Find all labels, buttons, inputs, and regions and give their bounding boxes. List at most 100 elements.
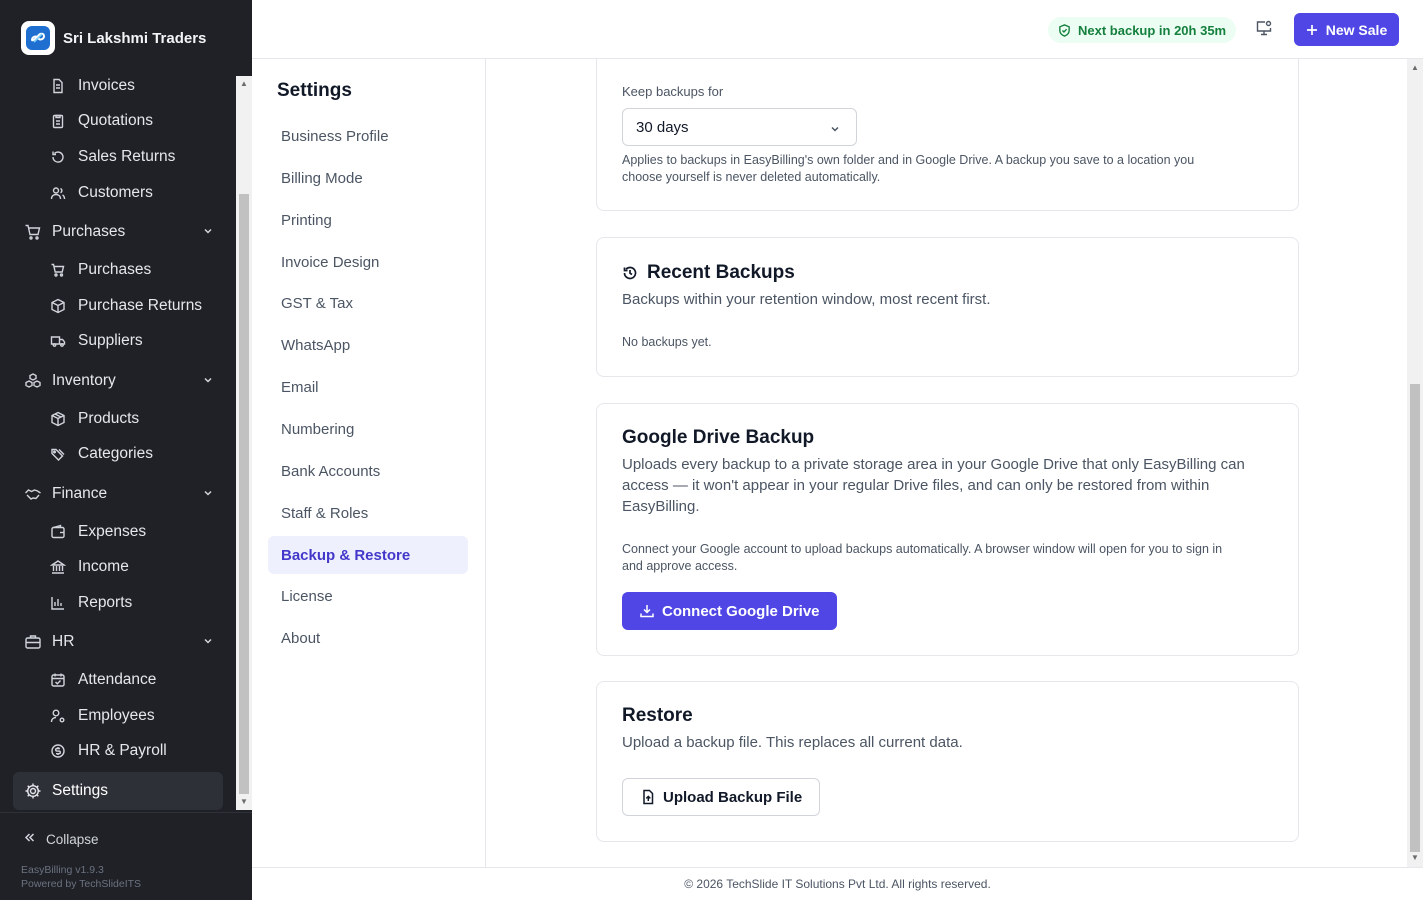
scroll-down-arrow-icon[interactable]: ▼ [1411, 854, 1419, 862]
retention-select[interactable]: 30 days [622, 108, 857, 146]
brand-name: Sri Lakshmi Traders [63, 29, 207, 47]
main-scrollbar[interactable]: ▲ ▼ [1407, 59, 1423, 867]
google-drive-desc-line: Uploads every backup to a private storag… [622, 456, 1245, 473]
retention-help-line: Applies to backups in EasyBilling's own … [622, 153, 1195, 167]
sidebar-item-suppliers[interactable]: Suppliers [50, 323, 230, 359]
upload-backup-file-button[interactable]: Upload Backup File [622, 778, 821, 816]
briefcase-icon [24, 633, 42, 651]
settings-nav-business-profile[interactable]: Business Profile [268, 117, 468, 155]
sidebar-item-hr-payroll[interactable]: HR & Payroll [50, 733, 230, 769]
settings-nav-billing-mode[interactable]: Billing Mode [268, 159, 468, 197]
google-drive-note-line: Connect your Google account to upload ba… [622, 542, 1223, 556]
backup-status-text: Next backup in 20h 35m [1078, 22, 1227, 38]
retention-card: Keep backups for 30 days Applies to back… [596, 59, 1299, 211]
scroll-down-arrow-icon[interactable]: ▼ [240, 798, 248, 806]
settings-nav: Settings Business Profile Billing Mode P… [252, 59, 486, 867]
scroll-up-arrow-icon[interactable]: ▲ [240, 80, 248, 88]
wallet-icon [50, 524, 66, 540]
sidebar-scrollbar[interactable]: ▲ ▼ [236, 76, 252, 810]
shopping-cart-icon [50, 262, 66, 278]
file-text-icon [50, 78, 66, 94]
sidebar-item-products[interactable]: Products [50, 401, 230, 437]
settings-nav-email[interactable]: Email [268, 368, 468, 406]
sidebar-item-invoices[interactable]: Invoices [50, 68, 230, 104]
clipboard-icon [50, 113, 66, 129]
package-return-icon [50, 298, 66, 314]
sidebar-item-settings[interactable]: Settings [13, 772, 223, 810]
sidebar-item-attendance[interactable]: Attendance [50, 662, 230, 698]
file-upload-icon [640, 789, 656, 805]
sidebar-item-label: Employees [78, 707, 155, 724]
settings-nav-about[interactable]: About [268, 619, 468, 657]
sidebar-group-inventory[interactable]: Inventory [24, 363, 214, 399]
version-text: EasyBilling v1.9.3 [21, 864, 104, 876]
sidebar-item-purchase-returns[interactable]: Purchase Returns [50, 288, 230, 324]
users-icon [50, 185, 66, 201]
sidebar-scroll-thumb[interactable] [239, 194, 249, 794]
google-drive-description: Uploads every backup to a private storag… [622, 454, 1287, 517]
main-scroll-thumb[interactable] [1410, 384, 1420, 852]
sidebar-item-income[interactable]: Income [50, 549, 230, 585]
sidebar-item-label: HR [52, 633, 75, 650]
sidebar-item-purchases[interactable]: Purchases [50, 252, 230, 288]
sidebar-item-label: Purchase Returns [78, 297, 203, 314]
sidebar-group-purchases[interactable]: Purchases [24, 214, 214, 250]
backup-status-badge: Next backup in 20h 35m [1048, 17, 1237, 43]
settings-nav-bank-accounts[interactable]: Bank Accounts [268, 452, 468, 490]
page-footer: © 2026 TechSlide IT Solutions Pvt Ltd. A… [252, 867, 1423, 900]
sidebar: Sri Lakshmi Traders Invoices Quotations … [0, 0, 252, 900]
no-backups-text: No backups yet. [622, 335, 712, 349]
settings-title: Settings [277, 80, 352, 101]
sidebar-item-label: Quotations [78, 112, 153, 129]
chevron-down-icon [829, 122, 841, 139]
chevrons-left-icon [23, 831, 36, 847]
scroll-up-arrow-icon[interactable]: ▲ [1411, 64, 1419, 72]
connect-google-drive-button[interactable]: Connect Google Drive [622, 592, 837, 630]
gear-icon [24, 782, 42, 800]
sidebar-item-employees[interactable]: Employees [50, 698, 230, 734]
sidebar-item-label: Settings [52, 782, 109, 799]
brand[interactable]: Sri Lakshmi Traders [21, 21, 206, 55]
connect-google-drive-label: Connect Google Drive [662, 602, 820, 620]
sidebar-group-finance[interactable]: Finance [24, 476, 214, 512]
settings-nav-staff-roles[interactable]: Staff & Roles [268, 494, 468, 532]
sidebar-footer: Collapse EasyBilling v1.9.3 Powered by T… [0, 812, 252, 900]
settings-nav-invoice-design[interactable]: Invoice Design [268, 243, 468, 281]
bar-chart-icon [50, 595, 66, 611]
settings-nav-printing[interactable]: Printing [268, 201, 468, 239]
retention-help-text: Applies to backups in EasyBilling's own … [622, 152, 1282, 186]
tags-icon [50, 446, 66, 462]
settings-nav-whatsapp[interactable]: WhatsApp [268, 326, 468, 364]
sidebar-item-quotations[interactable]: Quotations [50, 103, 230, 139]
display-settings-button[interactable] [1252, 18, 1276, 42]
sidebar-item-label: Finance [52, 485, 108, 502]
sidebar-item-sales-returns[interactable]: Sales Returns [50, 139, 230, 175]
new-sale-button[interactable]: New Sale [1294, 13, 1399, 46]
calendar-check-icon [50, 672, 66, 688]
restore-card: Restore Upload a backup file. This repla… [596, 681, 1299, 842]
settings-nav-license[interactable]: License [268, 577, 468, 615]
sidebar-item-label: Inventory [52, 372, 116, 389]
sidebar-item-expenses[interactable]: Expenses [50, 514, 230, 550]
sidebar-item-label: Customers [78, 184, 153, 201]
history-icon [622, 265, 638, 281]
new-sale-label: New Sale [1325, 21, 1388, 38]
collapse-button[interactable]: Collapse [23, 831, 99, 847]
settings-nav-numbering[interactable]: Numbering [268, 410, 468, 448]
settings-nav-backup-restore[interactable]: Backup & Restore [268, 536, 468, 574]
retention-help-line: choose yourself is never deleted automat… [622, 170, 881, 184]
app-version: EasyBilling v1.9.3 Powered by TechSlideI… [21, 863, 141, 891]
shield-check-icon [1058, 23, 1071, 37]
chevron-down-icon [202, 373, 214, 391]
sidebar-item-label: Attendance [78, 671, 157, 688]
sidebar-item-label: Income [78, 558, 129, 575]
settings-nav-gst-tax[interactable]: GST & Tax [268, 284, 468, 322]
sidebar-group-hr[interactable]: HR [24, 624, 214, 660]
sidebar-item-customers[interactable]: Customers [50, 175, 230, 211]
restore-title: Restore [622, 705, 693, 726]
sidebar-item-reports[interactable]: Reports [50, 585, 230, 621]
sidebar-item-categories[interactable]: Categories [50, 436, 230, 472]
keep-backups-label: Keep backups for [622, 84, 724, 99]
recent-backups-title-text: Recent Backups [647, 262, 795, 283]
sidebar-item-label: Purchases [52, 223, 126, 240]
